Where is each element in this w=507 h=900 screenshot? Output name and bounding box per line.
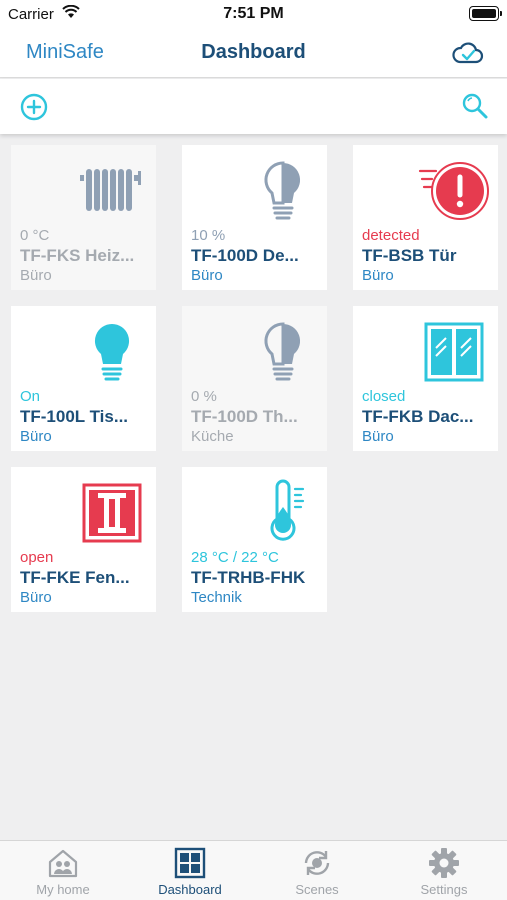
battery-icon — [469, 6, 502, 21]
device-name: TF-100L Tis... — [20, 407, 129, 426]
device-name: TF-FKS Heiz... — [20, 246, 135, 265]
tab-bar: My home Dashboard Scenes Settings — [0, 840, 507, 900]
toolbar — [0, 79, 507, 134]
page-title: Dashboard — [201, 41, 306, 63]
cloud-check-icon[interactable] — [451, 38, 485, 68]
device-room: Büro — [191, 267, 223, 284]
device-room: Büro — [362, 428, 394, 445]
window-open-icon — [76, 477, 148, 549]
device-status: 28 °C / 22 °C — [191, 549, 279, 566]
device-name: TF-FKB Dac... — [362, 407, 474, 426]
device-tile-dimmer-2[interactable]: 0 % TF-100D Th... Küche — [182, 306, 327, 451]
device-status: open — [20, 549, 54, 566]
tab-label: Scenes — [295, 882, 339, 897]
alarm-alert-icon — [418, 155, 490, 227]
tab-settings[interactable]: Settings — [381, 841, 507, 900]
tab-scenes[interactable]: Scenes — [254, 841, 380, 900]
device-room: Büro — [20, 589, 52, 606]
device-tile-radiator[interactable]: 0 °C TF-FKS Heiz... Büro — [11, 145, 156, 290]
device-room: Büro — [362, 267, 394, 284]
grid-icon — [174, 847, 206, 879]
device-tile-window-open[interactable]: open TF-FKE Fen... Büro — [11, 467, 156, 612]
tab-label: Dashboard — [158, 882, 222, 897]
device-status: detected — [362, 227, 420, 244]
device-tile-alarm[interactable]: detected TF-BSB Tür Büro — [353, 145, 498, 290]
device-name: TF-100D Th... — [191, 407, 298, 426]
device-room: Büro — [20, 428, 52, 445]
tab-my-home[interactable]: My home — [0, 841, 126, 900]
device-status: closed — [362, 388, 406, 405]
device-tile-window[interactable]: closed TF-FKB Dac... Büro — [353, 306, 498, 451]
tab-dashboard[interactable]: Dashboard — [127, 841, 253, 900]
device-room: Technik — [191, 589, 242, 606]
device-name: TF-100D De... — [191, 246, 299, 265]
radiator-icon — [76, 155, 148, 227]
dimmer-bulb-off-icon — [247, 316, 319, 388]
device-name: TF-FKE Fen... — [20, 568, 130, 587]
device-status: On — [20, 388, 41, 405]
light-bulb-on-icon — [76, 316, 148, 388]
device-room: Küche — [191, 428, 234, 445]
window-closed-icon — [418, 316, 490, 388]
gear-icon — [428, 847, 460, 879]
scenes-icon — [301, 847, 333, 879]
dimmer-bulb-icon — [247, 155, 319, 227]
clock-label: 7:51 PM — [223, 5, 284, 22]
tab-label: Settings — [420, 882, 468, 897]
device-tile-thermostat[interactable]: 28 °C / 22 °C TF-TRHB-FHK Technik — [182, 467, 327, 612]
device-tile-light[interactable]: On TF-100L Tis... Büro — [11, 306, 156, 451]
device-status: 0 % — [191, 388, 217, 405]
device-name: TF-BSB Tür — [362, 246, 457, 265]
add-circle-icon[interactable] — [20, 93, 48, 121]
thermometer-icon — [247, 477, 319, 549]
status-bar: Carrier 7:51 PM — [0, 0, 507, 30]
search-icon[interactable] — [461, 92, 489, 120]
device-tile-dimmer[interactable]: 10 % TF-100D De... Büro — [182, 145, 327, 290]
device-status: 10 % — [191, 227, 226, 244]
device-name: TF-TRHB-FHK — [191, 568, 306, 587]
tab-label: My home — [36, 882, 90, 897]
device-room: Büro — [20, 267, 52, 284]
house-icon — [47, 847, 79, 879]
device-status: 0 °C — [20, 227, 50, 244]
navigation-bar: MiniSafe Dashboard — [0, 30, 507, 78]
